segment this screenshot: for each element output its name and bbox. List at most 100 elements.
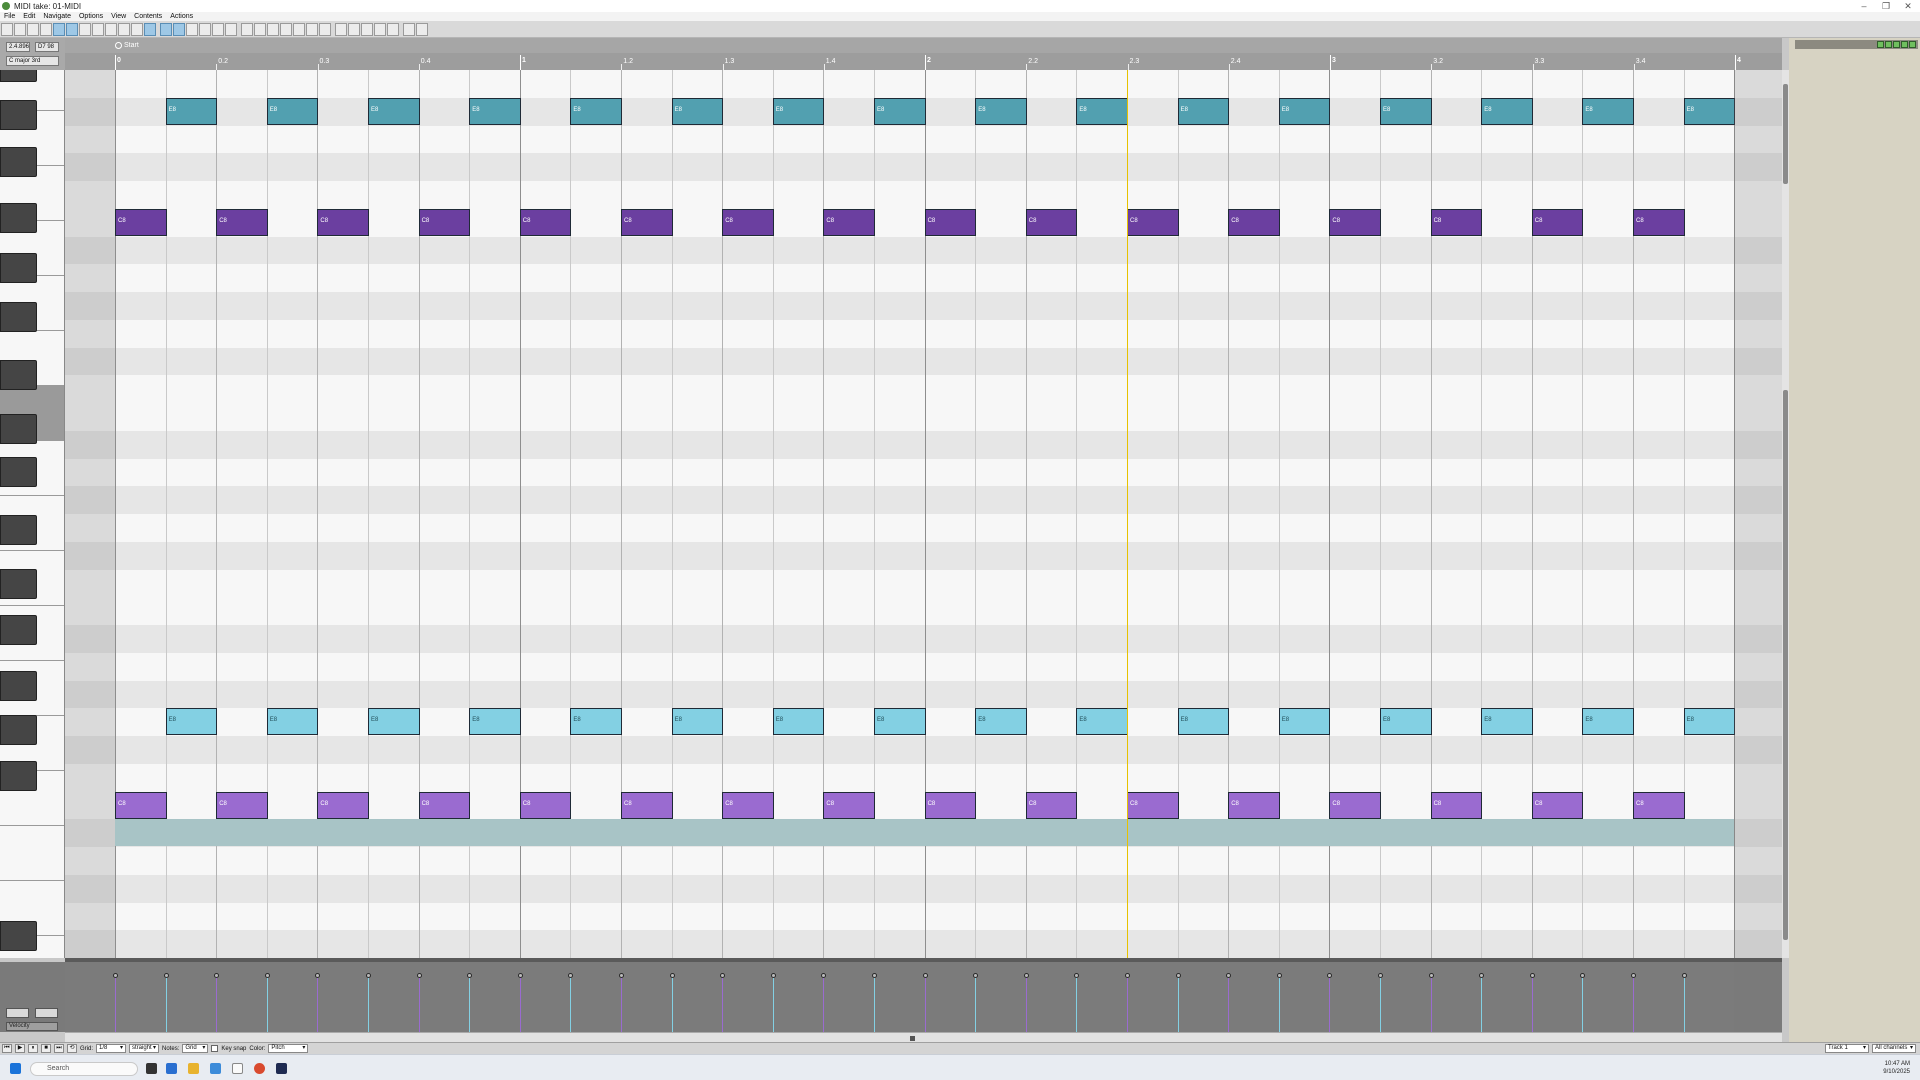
velocity-stem[interactable] xyxy=(975,976,977,1032)
dock-button-3[interactable] xyxy=(1893,41,1900,48)
hscroll-thumb[interactable] xyxy=(910,1036,915,1041)
black-key[interactable] xyxy=(0,515,37,545)
velocity-stem[interactable] xyxy=(924,976,926,1032)
mute-icon[interactable] xyxy=(225,22,237,36)
velocity-stem[interactable] xyxy=(1582,976,1584,1032)
black-key[interactable] xyxy=(0,569,37,599)
position-readout[interactable]: 2.4.896 xyxy=(6,42,30,52)
pitch-row[interactable] xyxy=(65,514,1782,542)
velocity-lane-selector[interactable]: Velocity xyxy=(6,1022,58,1031)
zoom-vert-icon[interactable] xyxy=(199,22,211,36)
velocity-stem[interactable] xyxy=(1177,976,1179,1032)
filter-icon[interactable] xyxy=(319,22,331,36)
black-key[interactable] xyxy=(0,70,37,82)
toolbar-tool-icon[interactable] xyxy=(160,22,172,36)
midi-note[interactable]: E8 xyxy=(1177,708,1230,736)
midi-in-icon[interactable] xyxy=(53,22,65,36)
black-key[interactable] xyxy=(0,921,37,951)
mail-icon[interactable] xyxy=(210,1063,221,1074)
midi-note[interactable]: C8 xyxy=(823,208,875,236)
midi-note[interactable]: C8 xyxy=(1329,791,1381,819)
midi-note[interactable]: E8 xyxy=(1380,708,1432,736)
midi-note[interactable]: C8 xyxy=(1025,208,1078,236)
midi-note[interactable]: C8 xyxy=(823,791,875,819)
black-key[interactable] xyxy=(0,302,37,332)
velocity-handle[interactable] xyxy=(1175,973,1181,978)
lane-remove-button[interactable] xyxy=(35,1008,58,1018)
midi-note[interactable]: E8 xyxy=(1076,97,1128,125)
transpose-icon[interactable] xyxy=(254,22,266,36)
pitch-row[interactable] xyxy=(65,430,1782,459)
midi-note[interactable]: C8 xyxy=(1633,208,1685,236)
velocity-stem[interactable] xyxy=(519,976,521,1032)
velocity-handle[interactable] xyxy=(973,973,979,978)
dock-button-4[interactable] xyxy=(1901,41,1908,48)
view-named-icon[interactable] xyxy=(27,22,39,36)
velocity-handle[interactable] xyxy=(315,973,321,978)
pitch-row[interactable] xyxy=(65,264,1782,292)
midi-note[interactable]: C8 xyxy=(1025,791,1078,819)
velocity-handle[interactable] xyxy=(1681,973,1687,978)
pitch-row[interactable] xyxy=(65,597,1782,625)
velocity-stem[interactable] xyxy=(570,976,572,1032)
velocity-handle[interactable] xyxy=(821,973,827,978)
pitch-row[interactable] xyxy=(65,181,1782,209)
pgm-icon[interactable] xyxy=(374,22,386,36)
pitch-row[interactable] xyxy=(65,541,1782,570)
midi-note[interactable]: C8 xyxy=(1430,208,1483,236)
docker-header[interactable] xyxy=(1795,40,1918,49)
midi-note[interactable]: E8 xyxy=(874,97,926,125)
velocity-handle[interactable] xyxy=(1378,973,1383,978)
velocity-handle[interactable] xyxy=(1631,973,1636,978)
velocity-stem[interactable] xyxy=(1329,976,1331,1032)
stop-button[interactable]: ■ xyxy=(41,1044,51,1053)
menu-file[interactable]: File xyxy=(0,12,19,21)
scroll-thumb[interactable] xyxy=(1783,390,1788,940)
pitch-row[interactable] xyxy=(65,652,1782,681)
midi-note[interactable]: C8 xyxy=(722,791,774,819)
black-key[interactable] xyxy=(0,360,37,390)
velocity-handle[interactable] xyxy=(366,973,371,978)
maximize-button[interactable]: ❐ xyxy=(1876,0,1896,12)
midi-note[interactable]: E8 xyxy=(266,708,319,736)
midi-note[interactable]: C8 xyxy=(1531,208,1584,236)
velocity-handle[interactable] xyxy=(1529,973,1535,978)
velocity-handle[interactable] xyxy=(669,973,675,978)
pitch-row[interactable] xyxy=(65,292,1782,320)
black-key[interactable] xyxy=(0,100,37,130)
toggle-sidebar-icon[interactable] xyxy=(1,22,13,36)
black-key[interactable] xyxy=(0,414,37,444)
cc-icon[interactable] xyxy=(361,22,373,36)
midi-note[interactable]: E8 xyxy=(1683,97,1736,125)
velocity-stem[interactable] xyxy=(266,976,268,1032)
pitch-row[interactable] xyxy=(65,680,1782,709)
velocity-handle[interactable] xyxy=(770,973,776,978)
midi-note[interactable]: E8 xyxy=(266,97,319,125)
black-key[interactable] xyxy=(0,457,37,487)
midi-note[interactable]: C8 xyxy=(216,208,268,236)
play-button[interactable]: ▶ xyxy=(15,1044,25,1053)
note-names-icon[interactable] xyxy=(348,22,360,36)
velocity-handle[interactable] xyxy=(517,973,523,978)
notes-select[interactable]: Grid ▾ xyxy=(182,1044,209,1053)
midi-note[interactable]: E8 xyxy=(570,97,622,125)
timeline-ruler[interactable]: Start 0 0.2 0.3 0.4 1 1.2 1.3 1.4 2 2.2 2.3 2.4 3 3.2… xyxy=(65,38,1782,70)
toolbar-tool-icon[interactable] xyxy=(241,22,253,36)
pitch-row[interactable] xyxy=(65,902,1782,931)
scroll-thumb-upper[interactable] xyxy=(1783,84,1788,184)
pitch-row[interactable] xyxy=(65,70,1782,98)
menu-options[interactable]: Options xyxy=(75,12,107,21)
vertical-scrollbar[interactable] xyxy=(1782,70,1789,958)
velocity-stem[interactable] xyxy=(216,976,218,1032)
midi-note[interactable]: C8 xyxy=(1127,791,1179,819)
pitch-row[interactable] xyxy=(65,569,1782,598)
select-tool-icon[interactable] xyxy=(66,22,78,36)
channel-select[interactable]: All channels ▾ xyxy=(1872,1044,1916,1053)
midi-note[interactable]: C8 xyxy=(216,791,268,819)
menu-edit[interactable]: Edit xyxy=(19,12,39,21)
piano-keyboard[interactable] xyxy=(0,70,65,958)
midi-note[interactable]: E8 xyxy=(1481,97,1533,125)
loop-region-icon[interactable] xyxy=(144,22,156,36)
velocity-stem[interactable] xyxy=(1481,976,1483,1032)
marker-lane[interactable] xyxy=(65,38,1782,53)
